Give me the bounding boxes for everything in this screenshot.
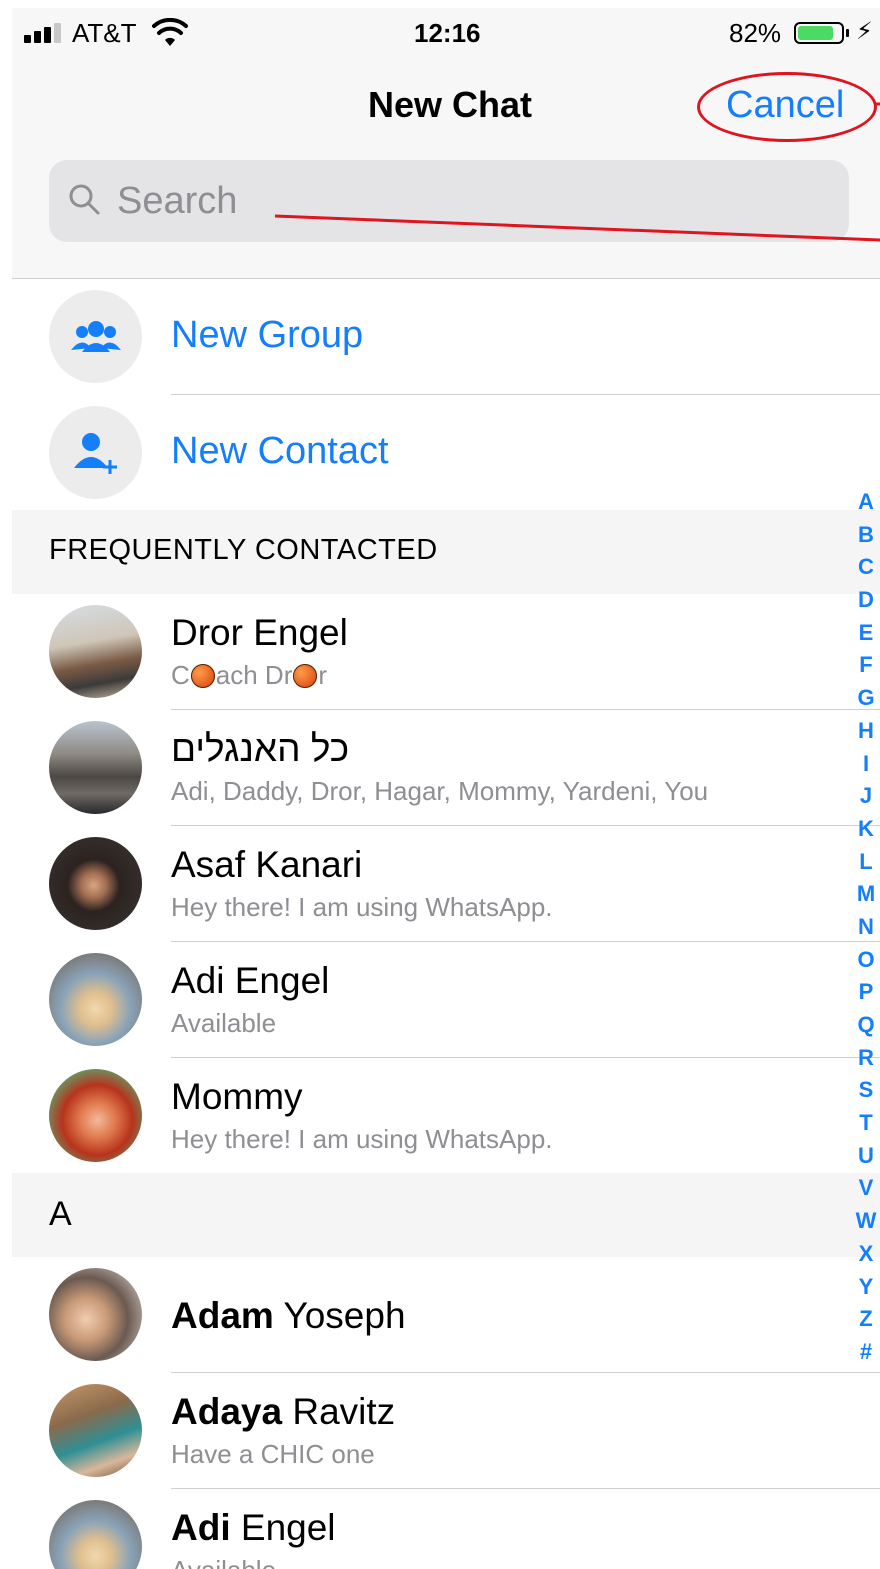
contact-status: Have a CHIC one [171,1439,375,1469]
index-letter[interactable]: E [852,617,880,650]
contact-name: Asaf Kanari [171,844,363,885]
battery-percentage: 82% [729,18,782,48]
contact-row[interactable]: Dror Engel Cach Dr r [12,594,880,710]
index-letter[interactable]: B [852,519,880,552]
search-icon [69,184,100,215]
index-letter[interactable]: # [852,1336,880,1369]
contact-name: Adam Yoseph [171,1295,406,1336]
alphabet-index[interactable]: A B C D E F G H I J K L M N O P Q R S T U V W X Y Z # [852,486,880,1369]
index-letter[interactable]: M [852,878,880,911]
index-letter[interactable]: T [852,1107,880,1140]
contact-status: Available [171,1008,277,1038]
index-letter[interactable]: V [852,1172,880,1205]
index-letter[interactable]: P [852,976,880,1009]
contact-row[interactable]: Adam Yoseph [12,1257,880,1373]
avatar [49,1268,142,1361]
contact-status: Available [171,1555,276,1569]
contact-row[interactable]: Asaf Kanari Hey there! I am using WhatsA… [12,826,880,942]
battery-icon [794,22,844,44]
contact-row[interactable]: Adi Engel Available [12,942,880,1058]
avatar [49,953,142,1046]
index-letter[interactable]: S [852,1074,880,1107]
index-letter[interactable]: I [852,748,880,781]
carrier-name: AT&T [72,18,137,48]
index-letter[interactable]: U [852,1140,880,1173]
contact-status: Hey there! I am using WhatsApp. [171,892,553,922]
index-letter[interactable]: A [852,486,880,519]
charging-icon: ⚡ [856,18,873,45]
new-contact-label: New Contact [171,430,389,472]
avatar [49,721,142,814]
index-letter[interactable]: G [852,682,880,715]
index-letter[interactable]: Q [852,1009,880,1042]
index-letter[interactable]: W [852,1205,880,1238]
battery-cap [846,29,849,37]
index-letter[interactable]: J [852,780,880,813]
contact-row[interactable]: Mommy Hey there! I am using WhatsApp. [12,1058,880,1174]
avatar [49,1069,142,1162]
avatar [49,1500,142,1569]
contact-status: Hey there! I am using WhatsApp. [171,1124,553,1154]
status-bar: AT&T 12:16 82% ⚡ [12,8,880,58]
clock: 12:16 [414,18,481,48]
contact-name: Adi Engel [171,960,330,1001]
contact-row[interactable]: Adaya Ravitz Have a CHIC one [12,1373,880,1489]
index-letter[interactable]: H [852,715,880,748]
contact-row[interactable]: כל האנגלים Adi, Daddy, Dror, Hagar, Momm… [12,710,880,826]
index-letter[interactable]: R [852,1042,880,1075]
index-letter[interactable]: Y [852,1271,880,1304]
avatar [49,837,142,930]
contact-status: Cach Dr r [171,660,328,690]
index-letter[interactable]: Z [852,1303,880,1336]
new-group-button[interactable]: New Group [12,279,880,395]
new-contact-button[interactable]: New Contact [12,395,880,511]
group-icon-circle [49,290,142,383]
basketball-icon [293,664,318,688]
index-letter[interactable]: C [852,551,880,584]
section-header-frequent: FREQUENTLY CONTACTED [12,510,880,594]
index-letter[interactable]: D [852,584,880,617]
group-icon [71,321,121,352]
contact-name: Adaya Ravitz [171,1391,396,1432]
index-letter[interactable]: F [852,649,880,682]
contact-name: Dror Engel [171,612,348,653]
index-letter[interactable]: L [852,846,880,879]
avatar [49,1384,142,1477]
basketball-icon [190,664,215,688]
section-header-a: A [12,1173,880,1257]
avatar [49,605,142,698]
signal-strength-icon [24,23,66,43]
new-group-label: New Group [171,314,364,356]
add-contact-icon [74,433,117,474]
index-letter[interactable]: K [852,813,880,846]
contact-name: כל האנגלים [171,728,350,769]
contact-status: Adi, Daddy, Dror, Hagar, Mommy, Yardeni,… [171,776,709,806]
index-letter[interactable]: X [852,1238,880,1271]
search-input[interactable] [117,172,817,230]
wifi-icon [152,18,188,46]
index-letter[interactable]: O [852,944,880,977]
contact-row[interactable]: Adi Engel Available [12,1489,880,1569]
new-chat-screen: AT&T 12:16 82% ⚡ New Chat Cancel Search … [12,8,880,1569]
contact-name: Mommy [171,1076,303,1117]
search-bar[interactable] [49,160,849,242]
navigation-header: AT&T 12:16 82% ⚡ New Chat Cancel [12,8,880,279]
annotation-circle [697,72,877,142]
index-letter[interactable]: N [852,911,880,944]
contact-name: Adi Engel [171,1507,336,1548]
add-contact-icon-circle [49,406,142,499]
